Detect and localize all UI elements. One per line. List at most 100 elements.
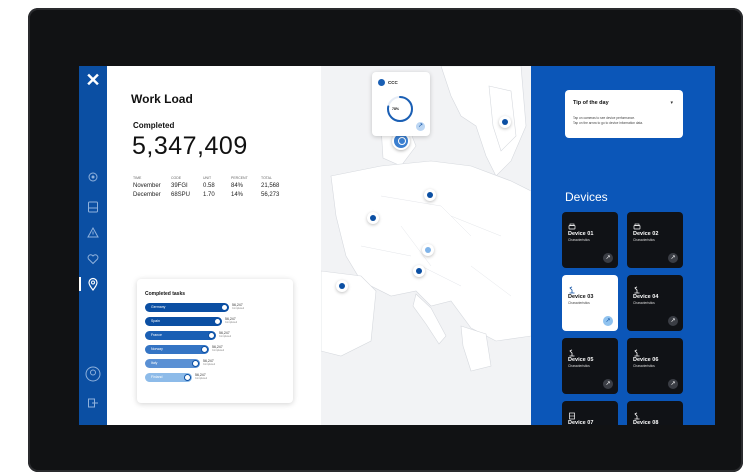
task-value: 56,247 Completed — [225, 317, 237, 325]
task-knob-icon — [192, 360, 199, 367]
table-row: December 68SPU 1.70 14% 56,273 — [133, 189, 293, 198]
map-pin-icon[interactable] — [422, 244, 434, 256]
logout-icon[interactable] — [86, 396, 100, 410]
col-header: UNIT — [203, 176, 212, 180]
task-knob-icon — [201, 346, 208, 353]
task-knob-icon — [221, 304, 228, 311]
printer-icon — [568, 218, 576, 230]
europe-map[interactable]: CCC 78% ↗ — [321, 66, 531, 425]
table-cell: 0.58 — [203, 183, 215, 189]
workload-panel: Work Load Completed 5,347,409 TIME CODE … — [107, 66, 321, 425]
device-name: Device 04 — [633, 294, 659, 300]
map-pin-icon[interactable] — [413, 265, 425, 277]
task-value: 56,247 Completed — [212, 345, 224, 353]
task-row[interactable]: Finland 56,247 Completed — [145, 373, 285, 383]
printer-icon — [633, 218, 641, 230]
tasks-title: Completed tasks — [145, 291, 186, 297]
table-cell: 1.70 — [203, 192, 215, 198]
task-row[interactable]: Norway 56,247 Completed — [145, 345, 285, 355]
device-card[interactable]: Device 03 Characteristics ↗ — [562, 275, 618, 331]
map-pin-icon[interactable] — [424, 189, 436, 201]
device-card[interactable]: Device 04 Characteristics ↗ — [627, 275, 683, 331]
tip-card[interactable]: Tip of the day ▾ Tap on cameras to see d… — [565, 90, 683, 138]
table-cell: December — [133, 192, 161, 198]
location-icon[interactable] — [86, 277, 100, 291]
devices-title: Devices — [565, 190, 608, 204]
screen: ✕ Work Load Completed 5,347,409 TIME COD… — [79, 66, 715, 425]
completed-label: Completed — [133, 121, 175, 130]
task-row[interactable]: Spain 56,247 Completed — [145, 317, 285, 327]
task-sub: Completed — [212, 349, 225, 352]
task-progress-bar: Italy — [145, 359, 200, 368]
task-progress-bar: France — [145, 331, 216, 340]
task-row[interactable]: Italy 56,247 Completed — [145, 359, 285, 369]
device-card[interactable]: Device 02 Characteristics ↗ — [627, 212, 683, 268]
warning-icon[interactable] — [86, 226, 100, 240]
location-dot-icon — [378, 79, 385, 86]
task-country: Spain — [151, 319, 160, 323]
device-name: Device 03 — [568, 294, 594, 300]
task-sub: Completed — [232, 307, 245, 310]
col-header: TOTAL — [261, 176, 272, 180]
open-arrow-icon[interactable]: ↗ — [603, 379, 613, 389]
devices-panel: Tip of the day ▾ Tap on cameras to see d… — [531, 66, 715, 425]
device-card[interactable]: Device 01 Characteristics ↗ — [562, 212, 618, 268]
table-cell: 68SPU — [171, 192, 191, 198]
active-indicator — [79, 277, 81, 291]
device-card[interactable]: Device 08 — [627, 401, 683, 425]
task-progress-bar: Spain — [145, 317, 222, 326]
device-card[interactable]: Device 06 Characteristics ↗ — [627, 338, 683, 394]
robot-arm-icon — [633, 281, 641, 294]
heart-icon[interactable] — [86, 252, 100, 266]
robot-arm-icon — [568, 344, 576, 357]
device-name: Device 06 — [633, 357, 659, 363]
device-sub: Characteristics — [568, 364, 590, 368]
device-card[interactable]: Device 07 — [562, 401, 618, 425]
location-card[interactable]: CCC 78% ↗ — [372, 72, 430, 136]
close-icon[interactable]: ✕ — [85, 71, 101, 89]
gauge-percent: 78% — [392, 107, 400, 111]
sidebar: ✕ — [79, 66, 107, 425]
task-progress-bar: Norway — [145, 345, 209, 354]
server-icon — [568, 407, 576, 420]
chevron-down-icon[interactable]: ▾ — [670, 100, 673, 106]
open-arrow-icon[interactable]: ↗ — [416, 122, 425, 131]
map-pin-icon[interactable] — [367, 212, 379, 224]
tip-line: Tap on the arrow to go to device informa… — [573, 120, 643, 125]
col-header: CODE — [171, 176, 182, 180]
open-arrow-icon[interactable]: ↗ — [603, 253, 613, 263]
open-arrow-icon[interactable]: ↗ — [603, 316, 613, 326]
map-pin-icon[interactable] — [499, 116, 511, 128]
storage-icon[interactable] — [86, 200, 100, 214]
table-cell: 14% — [231, 192, 244, 198]
device-card[interactable]: Device 05 Characteristics ↗ — [562, 338, 618, 394]
device-name: Device 02 — [633, 231, 659, 237]
table-cell: November — [133, 183, 161, 189]
device-sub: Characteristics — [633, 364, 655, 368]
task-country: Norway — [151, 347, 163, 351]
user-icon[interactable] — [85, 366, 101, 382]
col-header: PERCENT — [231, 176, 248, 180]
page-background: ✕ Work Load Completed 5,347,409 TIME COD… — [0, 0, 749, 474]
device-name: Device 01 — [568, 231, 594, 237]
completed-value: 5,347,409 — [132, 132, 248, 160]
settings-icon[interactable] — [86, 170, 100, 184]
open-arrow-icon[interactable]: ↗ — [668, 253, 678, 263]
robot-arm-icon — [568, 281, 576, 294]
stats-table: TIME CODE UNIT PERCENT TOTAL November 39… — [133, 176, 293, 198]
task-row[interactable]: Germany 56,247 Completed — [145, 303, 285, 313]
device-name: Device 08 — [633, 420, 659, 425]
task-value: 56,247 Completed — [203, 359, 215, 367]
task-country: Germany — [151, 305, 166, 309]
open-arrow-icon[interactable]: ↗ — [668, 316, 678, 326]
task-row[interactable]: France 56,247 Completed — [145, 331, 285, 341]
stats-header: TIME CODE UNIT PERCENT TOTAL — [133, 176, 293, 180]
device-name: Device 07 — [568, 420, 594, 425]
task-progress-bar: Finland — [145, 373, 192, 382]
tip-text: Tap on cameras to see device performance… — [573, 116, 673, 125]
robot-arm-icon — [633, 407, 641, 420]
map-pin-icon[interactable] — [336, 280, 348, 292]
device-sub: Characteristics — [568, 238, 590, 242]
open-arrow-icon[interactable]: ↗ — [668, 379, 678, 389]
table-cell: 56,273 — [261, 192, 280, 198]
